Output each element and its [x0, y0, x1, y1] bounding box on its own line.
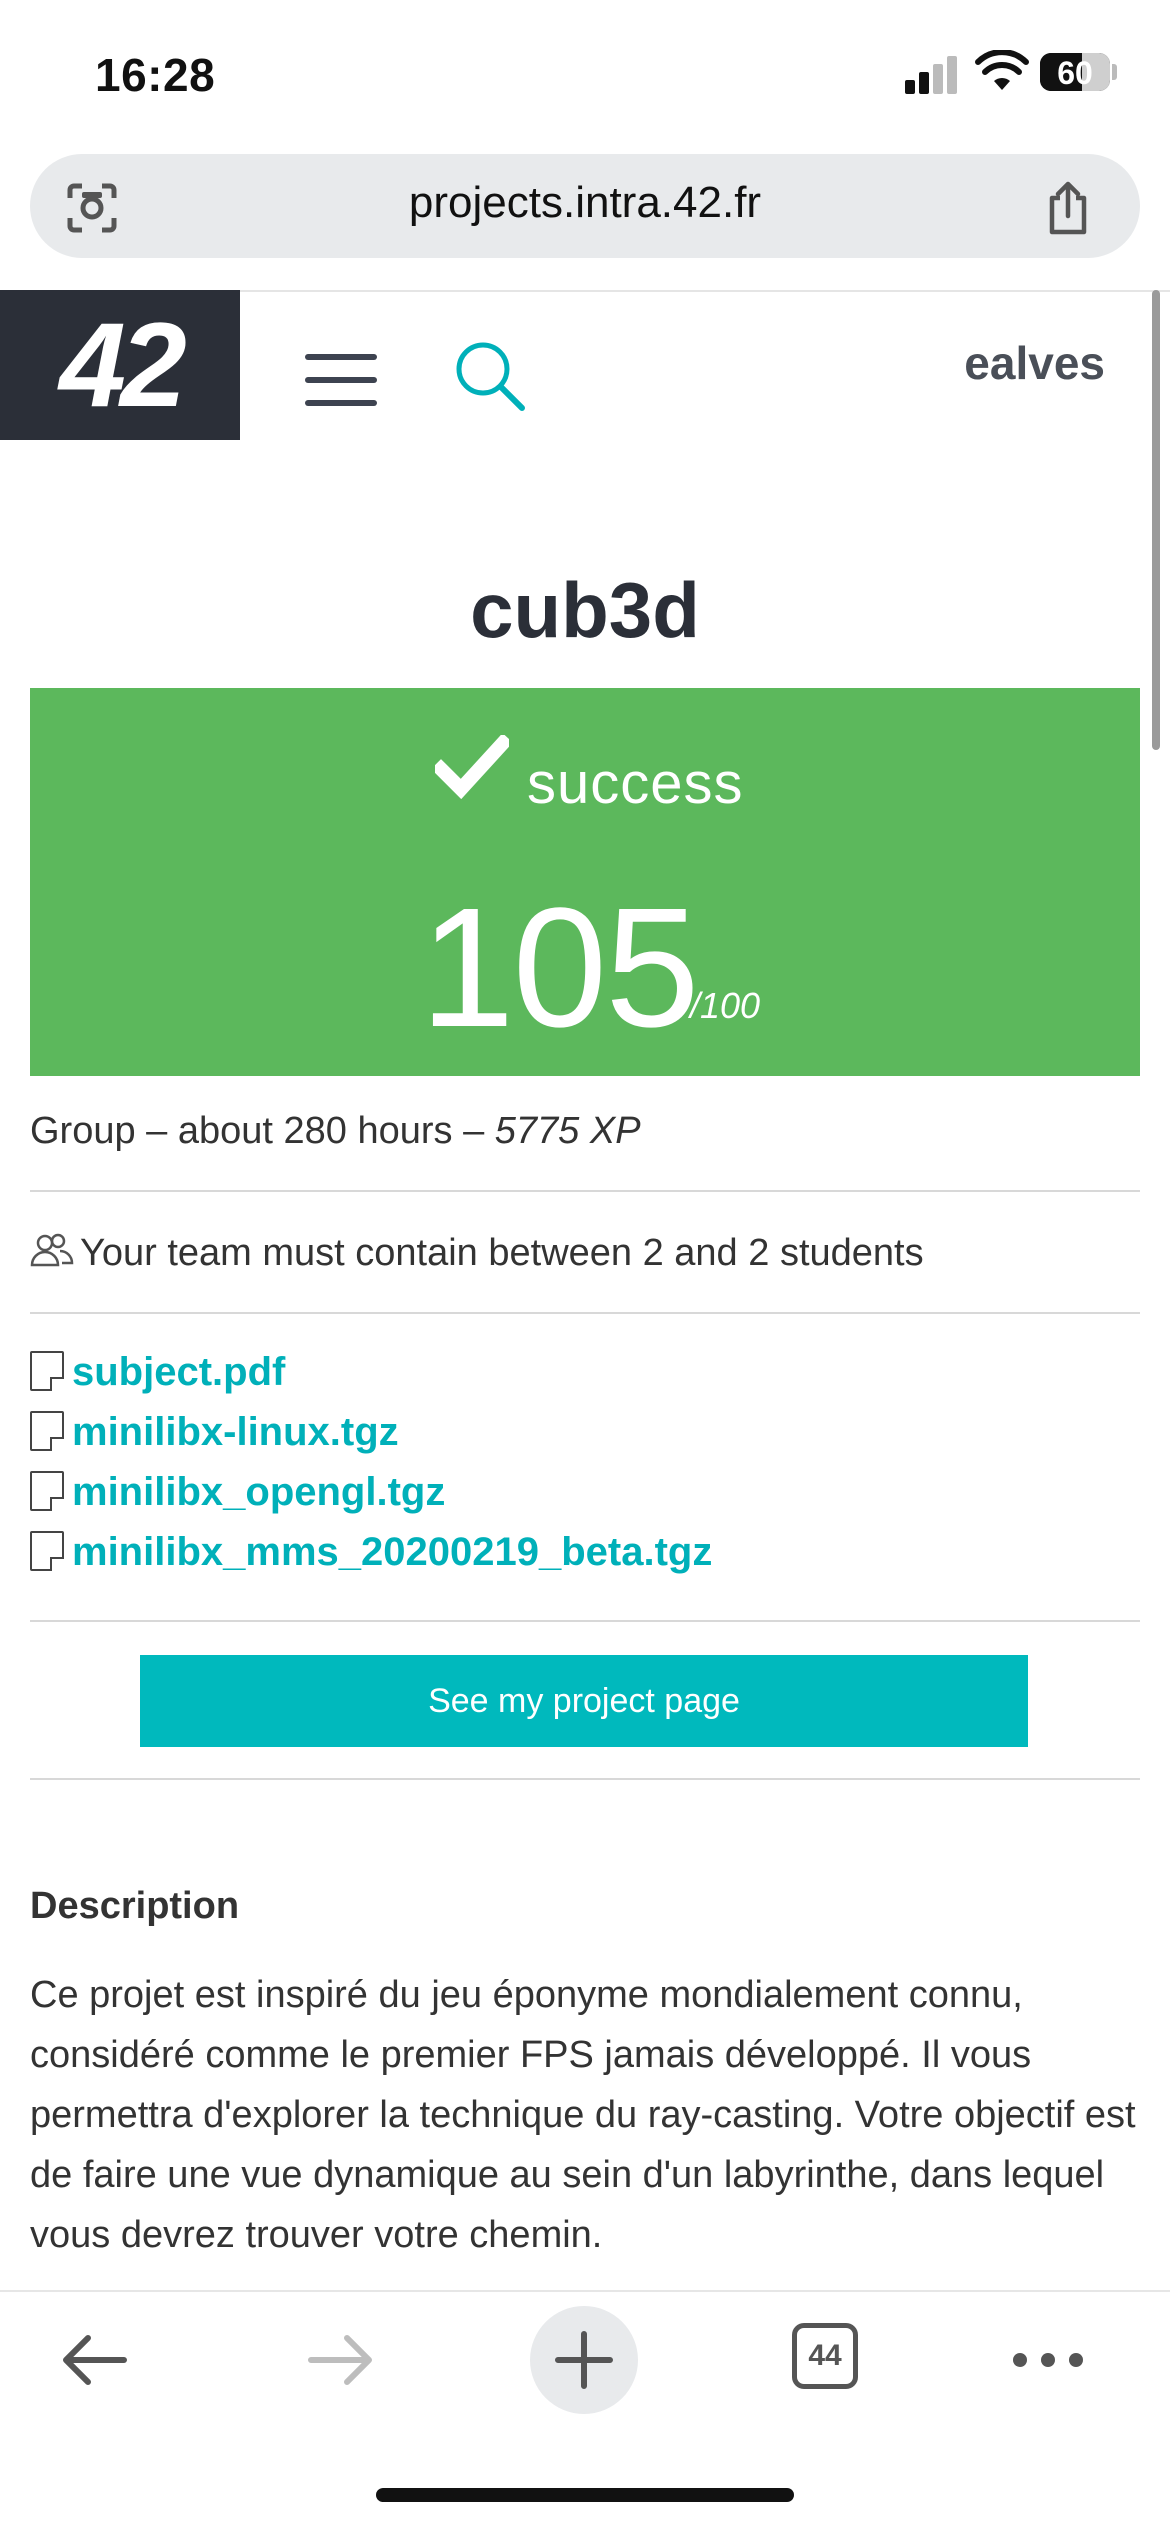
- divider: [30, 1190, 1140, 1192]
- users-icon: [30, 1233, 74, 1267]
- file-link-subject[interactable]: subject.pdf: [30, 1350, 285, 1395]
- file-icon: [30, 1411, 64, 1451]
- file-link-minilibx-mms[interactable]: minilibx_mms_20200219_beta.tgz: [30, 1530, 712, 1575]
- plus-icon: [555, 2331, 613, 2389]
- mark-max: /100: [690, 985, 761, 1026]
- file-icon: [30, 1531, 64, 1571]
- forward-arrow-icon[interactable]: [305, 2330, 377, 2390]
- more-icon[interactable]: [1010, 2350, 1086, 2370]
- file-icon: [30, 1351, 64, 1391]
- divider: [30, 1312, 1140, 1314]
- file-name[interactable]: minilibx_mms_20200219_beta.tgz: [72, 1530, 712, 1574]
- share-icon[interactable]: [1040, 180, 1096, 236]
- file-name[interactable]: minilibx-linux.tgz: [72, 1410, 399, 1454]
- description-heading: Description: [30, 1885, 240, 1927]
- team-rule-text: Your team must contain between 2 and 2 s…: [80, 1232, 924, 1274]
- menu-icon[interactable]: [305, 350, 377, 410]
- new-tab-button[interactable]: [530, 2306, 638, 2414]
- status-time: 16:28: [95, 49, 216, 101]
- divider: [30, 1620, 1140, 1622]
- back-arrow-icon[interactable]: [58, 2330, 130, 2390]
- battery-icon: 60: [1040, 53, 1110, 91]
- url-text[interactable]: projects.intra.42.fr: [30, 178, 1140, 228]
- home-indicator[interactable]: [376, 2488, 794, 2502]
- scrollbar[interactable]: [1152, 290, 1160, 750]
- divider: [30, 1778, 1140, 1780]
- battery-nub: [1112, 64, 1117, 80]
- site-logo[interactable]: 42: [0, 290, 240, 440]
- file-icon: [30, 1471, 64, 1511]
- project-meta: Group – about 280 hours – 5775 XP: [30, 1110, 641, 1153]
- file-name[interactable]: subject.pdf: [72, 1350, 285, 1394]
- file-link-minilibx-linux[interactable]: minilibx-linux.tgz: [30, 1410, 399, 1455]
- tabs-button[interactable]: 44: [792, 2323, 858, 2389]
- team-rule: Your team must contain between 2 and 2 s…: [30, 1232, 924, 1275]
- battery-level: 60: [1057, 55, 1093, 91]
- see-project-page-button[interactable]: See my project page: [140, 1655, 1028, 1747]
- search-icon[interactable]: [452, 338, 528, 414]
- meta-text: Group – about 280 hours –: [30, 1110, 495, 1152]
- status-label: success: [527, 751, 744, 816]
- meta-xp: 5775 XP: [494, 1110, 641, 1152]
- wifi-icon: [975, 50, 1029, 90]
- file-name[interactable]: minilibx_opengl.tgz: [72, 1470, 445, 1514]
- final-mark: 105: [420, 873, 700, 1063]
- cellular-signal-icon: [905, 54, 959, 94]
- project-title: cub3d: [470, 566, 700, 654]
- file-link-minilibx-opengl[interactable]: minilibx_opengl.tgz: [30, 1470, 445, 1515]
- address-bar[interactable]: projects.intra.42.fr: [30, 154, 1140, 258]
- description-text: Ce projet est inspiré du jeu éponyme mon…: [30, 1974, 1136, 2256]
- checkmark-icon: [435, 735, 509, 799]
- username[interactable]: ealves: [930, 336, 1105, 390]
